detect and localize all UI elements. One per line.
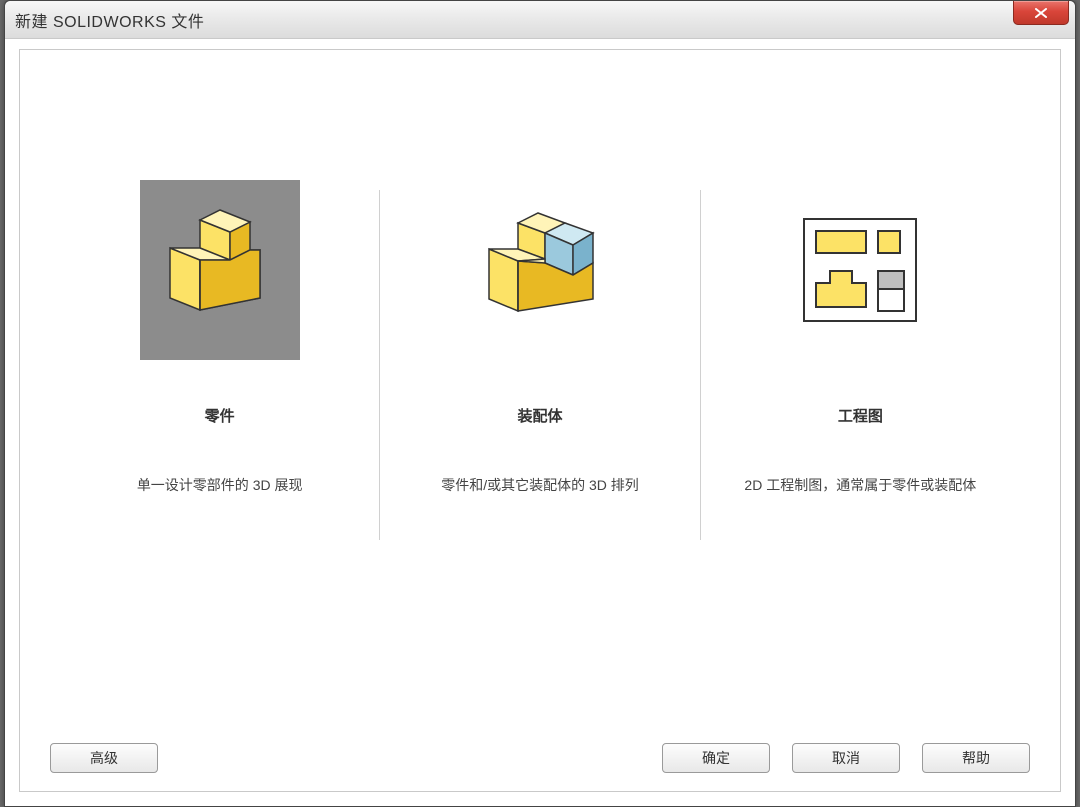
option-assembly[interactable]: 装配体 零件和/或其它装配体的 3D 排列 (380, 180, 699, 496)
dialog-content: 零件 单一设计零部件的 3D 展现 (19, 49, 1061, 792)
button-row: 高级 确定 取消 帮助 (50, 743, 1030, 773)
assembly-icon (475, 205, 605, 335)
advanced-button[interactable]: 高级 (50, 743, 158, 773)
titlebar: 新建 SOLIDWORKS 文件 (5, 1, 1075, 39)
close-button[interactable] (1013, 1, 1069, 25)
option-title: 工程图 (838, 405, 883, 426)
option-drawing[interactable]: 工程图 2D 工程制图，通常属于零件或装配体 (701, 180, 1020, 496)
option-part[interactable]: 零件 单一设计零部件的 3D 展现 (60, 180, 379, 496)
button-group-right: 确定 取消 帮助 (662, 743, 1030, 773)
dialog-window: 新建 SOLIDWORKS 文件 (4, 0, 1076, 807)
window-title: 新建 SOLIDWORKS 文件 (15, 8, 204, 32)
drawing-icon-box (780, 180, 940, 360)
option-description: 单一设计零部件的 3D 展现 (137, 476, 303, 496)
drawing-icon (800, 215, 920, 325)
close-icon (1034, 8, 1048, 18)
assembly-icon-box (460, 180, 620, 360)
help-button[interactable]: 帮助 (922, 743, 1030, 773)
cancel-button[interactable]: 取消 (792, 743, 900, 773)
option-title: 零件 (205, 405, 235, 426)
option-title: 装配体 (517, 405, 562, 426)
option-description: 零件和/或其它装配体的 3D 排列 (441, 476, 639, 496)
part-icon-box (140, 180, 300, 360)
part-icon (155, 205, 285, 335)
template-options-row: 零件 单一设计零部件的 3D 展现 (20, 50, 1060, 580)
ok-button[interactable]: 确定 (662, 743, 770, 773)
option-description: 2D 工程制图，通常属于零件或装配体 (744, 476, 976, 496)
